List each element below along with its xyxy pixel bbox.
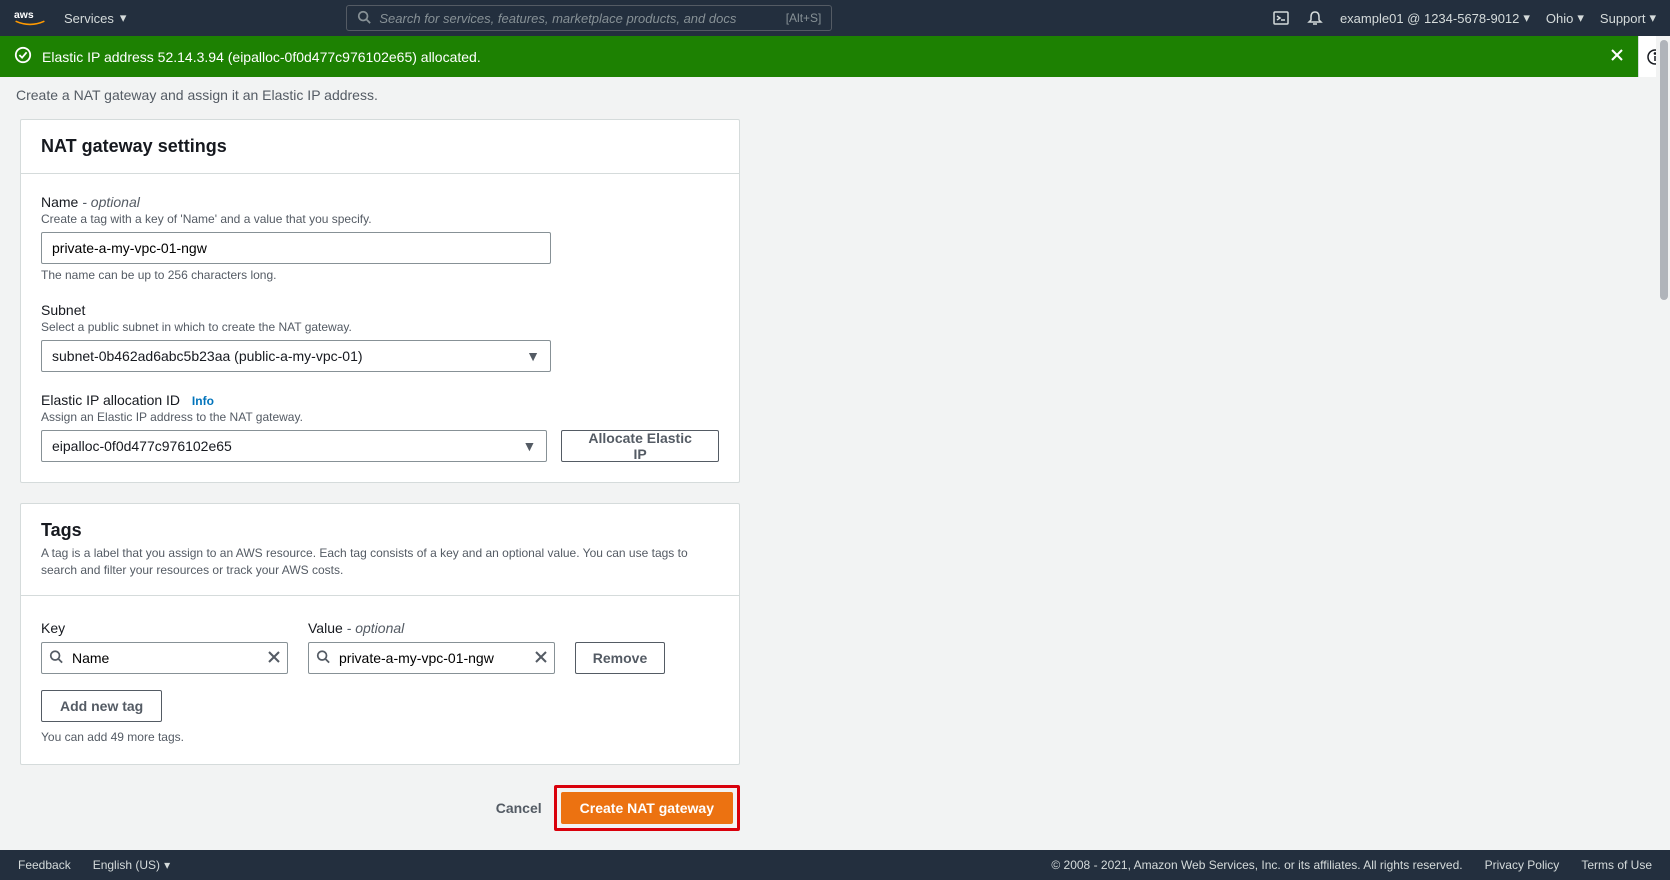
- privacy-link[interactable]: Privacy Policy: [1485, 858, 1560, 872]
- info-link[interactable]: Info: [192, 394, 214, 408]
- tag-value-optional: - optional: [343, 620, 404, 636]
- aws-logo[interactable]: aws: [14, 8, 46, 28]
- subnet-label: Subnet: [41, 302, 719, 318]
- subnet-hint: Select a public subnet in which to creat…: [41, 320, 719, 334]
- search-icon: [357, 10, 371, 27]
- eip-hint: Assign an Elastic IP address to the NAT …: [41, 410, 719, 424]
- name-label: Name: [41, 194, 78, 210]
- eip-value: eipalloc-0f0d477c976102e65: [52, 438, 232, 454]
- subnet-field: Subnet Select a public subnet in which t…: [41, 302, 719, 372]
- add-tag-button[interactable]: Add new tag: [41, 690, 162, 722]
- language-label: English (US): [93, 858, 160, 872]
- global-search[interactable]: [Alt+S]: [346, 5, 832, 31]
- scrollbar[interactable]: [1656, 36, 1670, 850]
- caret-down-icon: ▼: [526, 348, 540, 364]
- search-icon: [316, 649, 330, 666]
- caret-down-icon: ▾: [1649, 10, 1656, 26]
- name-field: Name - optional Create a tag with a key …: [41, 194, 719, 282]
- services-menu[interactable]: Services ▾: [64, 10, 126, 26]
- tags-description: A tag is a label that you assign to an A…: [41, 545, 719, 579]
- top-nav: aws Services ▾ [Alt+S] example01 @ 1234-…: [0, 0, 1670, 36]
- account-menu[interactable]: example01 @ 1234-5678-9012 ▾: [1340, 10, 1530, 26]
- tag-limit: You can add 49 more tags.: [41, 730, 719, 744]
- account-label: example01 @ 1234-5678-9012: [1340, 11, 1519, 26]
- terms-link[interactable]: Terms of Use: [1581, 858, 1652, 872]
- success-banner: Elastic IP address 52.14.3.94 (eipalloc-…: [0, 36, 1638, 77]
- success-icon: [14, 46, 32, 67]
- subnet-select[interactable]: subnet-0b462ad6abc5b23aa (public-a-my-vp…: [41, 340, 551, 372]
- allocate-eip-button[interactable]: Allocate Elastic IP: [561, 430, 719, 462]
- search-input[interactable]: [379, 11, 777, 26]
- close-icon[interactable]: [268, 650, 280, 666]
- footer: Feedback English (US) ▾ © 2008 - 2021, A…: [0, 850, 1670, 880]
- region-menu[interactable]: Ohio ▾: [1546, 10, 1584, 26]
- caret-down-icon: ▾: [1523, 10, 1530, 26]
- page-description: Create a NAT gateway and assign it an El…: [0, 77, 1670, 119]
- remove-tag-button[interactable]: Remove: [575, 642, 665, 674]
- name-input[interactable]: [41, 232, 551, 264]
- svg-text:aws: aws: [14, 10, 34, 21]
- feedback-link[interactable]: Feedback: [18, 858, 71, 872]
- tags-title: Tags: [41, 520, 719, 541]
- cancel-button[interactable]: Cancel: [496, 800, 542, 816]
- name-optional: - optional: [78, 194, 139, 210]
- notifications-icon[interactable]: [1306, 9, 1324, 27]
- tag-value-input[interactable]: [308, 642, 555, 674]
- tag-key-label: Key: [41, 620, 288, 636]
- scroll-thumb[interactable]: [1660, 40, 1668, 300]
- search-icon: [49, 649, 63, 666]
- tag-row: Key Value - optional: [41, 620, 719, 674]
- support-label: Support: [1600, 11, 1646, 26]
- language-menu[interactable]: English (US) ▾: [93, 858, 170, 872]
- caret-down-icon: ▾: [120, 10, 127, 26]
- form-actions: Cancel Create NAT gateway: [20, 785, 740, 831]
- region-label: Ohio: [1546, 11, 1573, 26]
- settings-title: NAT gateway settings: [41, 136, 719, 157]
- tag-key-input[interactable]: [41, 642, 288, 674]
- highlight-annotation: Create NAT gateway: [554, 785, 740, 831]
- eip-field: Elastic IP allocation ID Info Assign an …: [41, 392, 719, 462]
- eip-label: Elastic IP allocation ID: [41, 392, 180, 408]
- subnet-value: subnet-0b462ad6abc5b23aa (public-a-my-vp…: [52, 348, 363, 364]
- name-hint: Create a tag with a key of 'Name' and a …: [41, 212, 719, 226]
- tag-value-label: Value: [308, 620, 343, 636]
- close-icon[interactable]: [535, 650, 547, 666]
- banner-message: Elastic IP address 52.14.3.94 (eipalloc-…: [42, 49, 1600, 65]
- caret-down-icon: ▾: [1577, 10, 1584, 26]
- caret-down-icon: ▾: [164, 858, 170, 872]
- settings-panel: NAT gateway settings Name - optional Cre…: [20, 119, 740, 483]
- caret-down-icon: ▼: [522, 438, 536, 454]
- close-icon[interactable]: [1610, 48, 1624, 65]
- copyright: © 2008 - 2021, Amazon Web Services, Inc.…: [1051, 858, 1462, 872]
- search-shortcut: [Alt+S]: [786, 11, 822, 25]
- services-label: Services: [64, 11, 114, 26]
- cloudshell-icon[interactable]: [1272, 9, 1290, 27]
- name-constraint: The name can be up to 256 characters lon…: [41, 268, 719, 282]
- create-nat-gateway-button[interactable]: Create NAT gateway: [561, 792, 733, 824]
- eip-select[interactable]: eipalloc-0f0d477c976102e65 ▼: [41, 430, 547, 462]
- tags-panel: Tags A tag is a label that you assign to…: [20, 503, 740, 765]
- support-menu[interactable]: Support ▾: [1600, 10, 1656, 26]
